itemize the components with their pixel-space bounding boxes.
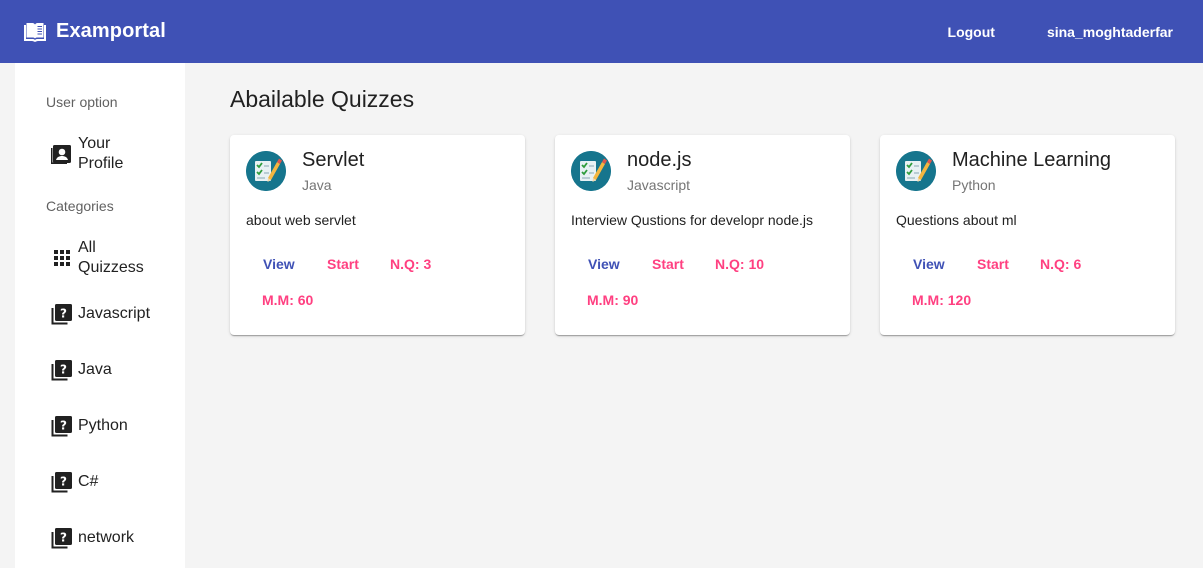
quiz-icon: ? (51, 528, 72, 549)
quiz-icon: ? (51, 416, 72, 437)
view-button[interactable]: View (588, 256, 620, 272)
page-title: Abailable Quizzes (230, 86, 415, 112)
view-button[interactable]: View (913, 256, 945, 272)
max-marks[interactable]: M.M: 90 (587, 292, 638, 308)
sidebar-item-network[interactable]: ? network (51, 527, 134, 549)
start-button[interactable]: Start (327, 256, 359, 272)
number-of-questions[interactable]: N.Q: 6 (1040, 256, 1081, 272)
sidebar-item-javascript[interactable]: ? Javascript (51, 303, 150, 325)
sidebar-item-java[interactable]: ? Java (51, 359, 112, 381)
grid-icon (54, 250, 70, 266)
sidebar-item-label: Javascript (78, 305, 151, 322)
sidebar: User option Your Profile Categories All … (15, 63, 185, 568)
quiz-card: Machine Learning Python Questions about … (880, 135, 1175, 335)
svg-text:?: ? (60, 531, 67, 545)
max-marks[interactable]: M.M: 60 (262, 292, 313, 308)
quiz-card: Servlet Java about web servlet View Star… (230, 135, 525, 335)
svg-text:?: ? (60, 363, 67, 377)
start-button[interactable]: Start (652, 256, 684, 272)
sidebar-item-label: network (78, 529, 135, 546)
quiz-title: Machine Learning (952, 149, 1111, 171)
quiz-category: Python (952, 177, 996, 193)
sidebar-item-label: All Quizzess (78, 239, 144, 276)
number-of-questions[interactable]: N.Q: 3 (390, 256, 431, 272)
view-button[interactable]: View (263, 256, 295, 272)
quiz-avatar (896, 151, 936, 191)
sidebar-item-python[interactable]: ? Python (51, 415, 128, 437)
quiz-category: Java (302, 177, 332, 193)
svg-text:?: ? (60, 307, 67, 321)
sidebar-item-all-quizzes[interactable]: All Quizzess (51, 238, 144, 278)
quiz-category: Javascript (627, 177, 691, 193)
quiz-icon: ? (51, 360, 72, 381)
checklist-pencil-icon (571, 151, 611, 191)
quiz-icon: ? (51, 472, 72, 493)
quiz-avatar (571, 151, 611, 191)
sidebar-item-label: C# (78, 473, 99, 490)
app-title: Examportal (56, 20, 166, 42)
quiz-card: node.js Javascript Interview Qustions fo… (555, 135, 850, 335)
quiz-title: node.js (627, 149, 692, 171)
quiz-avatar (246, 151, 286, 191)
quiz-description: Interview Qustions for developr node.js (571, 212, 814, 228)
username-link[interactable]: sina_moghtaderfar (1047, 24, 1173, 40)
number-of-questions[interactable]: N.Q: 10 (715, 256, 764, 272)
quiz-description: Questions about ml (896, 212, 1017, 228)
profile-icon (51, 145, 71, 164)
sidebar-item-label: Your Profile (78, 135, 124, 172)
logout-button[interactable]: Logout (948, 24, 995, 40)
checklist-pencil-icon (246, 151, 286, 191)
quiz-icon: ? (51, 304, 72, 325)
sidebar-item-label: Java (78, 361, 112, 378)
start-button[interactable]: Start (977, 256, 1009, 272)
brand[interactable]: Examportal (23, 20, 166, 43)
quiz-description: about web servlet (246, 212, 356, 228)
top-actions: Logout sina_moghtaderfar (948, 24, 1203, 40)
max-marks[interactable]: M.M: 120 (912, 292, 971, 308)
book-icon (24, 22, 46, 42)
sidebar-item-profile[interactable]: Your Profile (51, 134, 123, 174)
categories-heading: Categories (46, 198, 114, 214)
sidebar-item-label: Python (78, 417, 128, 434)
user-option-heading: User option (46, 94, 118, 110)
quiz-title: Servlet (302, 149, 365, 171)
svg-text:?: ? (60, 475, 67, 489)
sidebar-item-csharp[interactable]: ? C# (51, 471, 98, 493)
svg-text:?: ? (60, 419, 67, 433)
checklist-pencil-icon (896, 151, 936, 191)
top-app-bar: Examportal Logout sina_moghtaderfar (0, 0, 1203, 63)
